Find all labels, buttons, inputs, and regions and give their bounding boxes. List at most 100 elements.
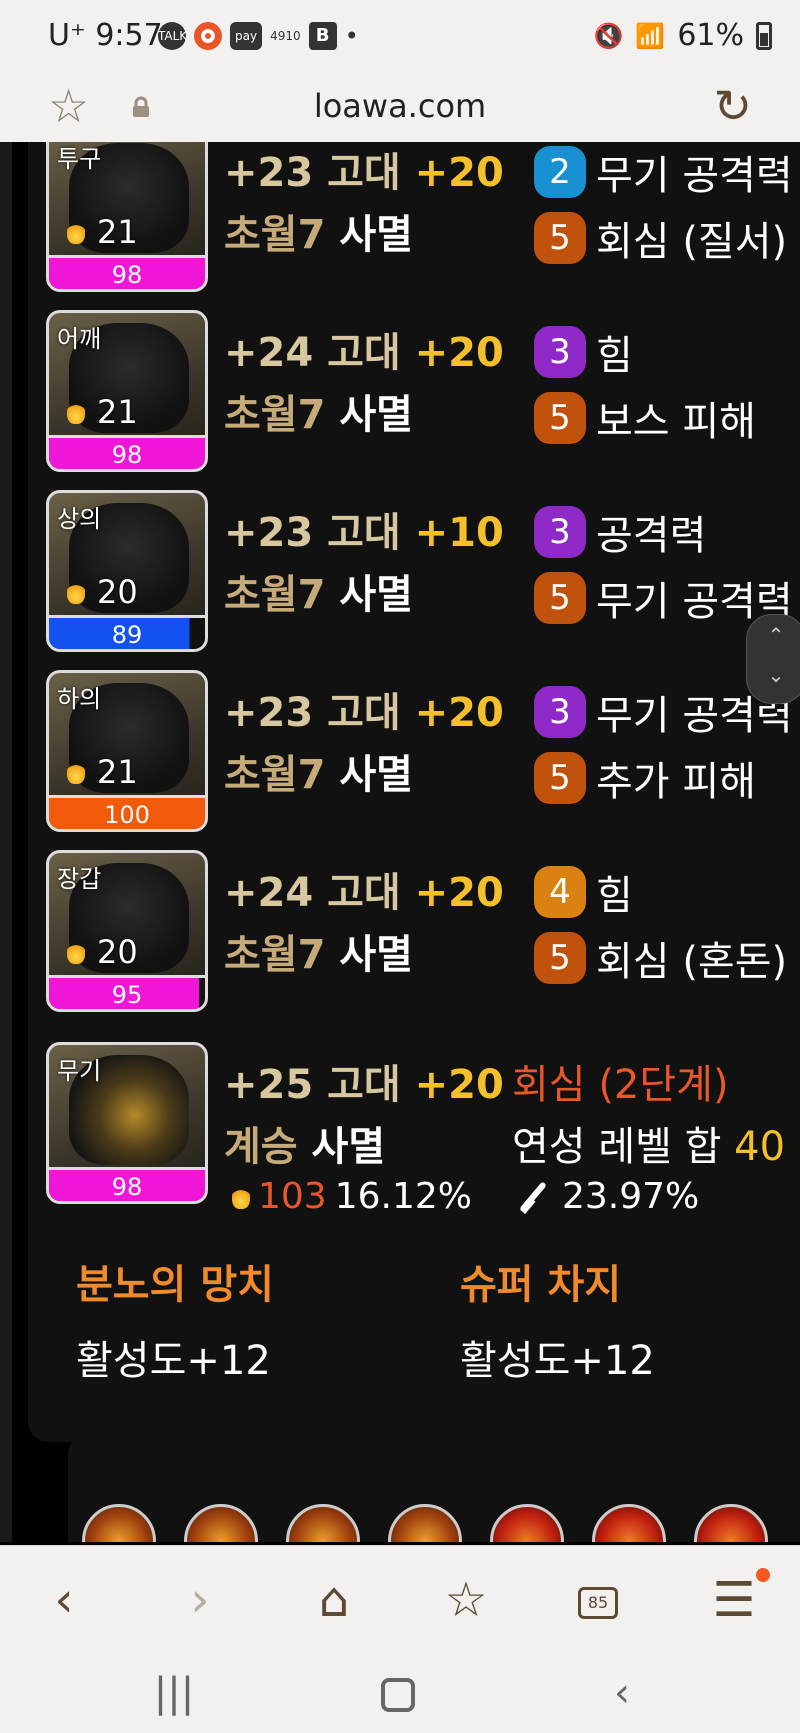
back-icon[interactable]: ‹ [14, 1546, 114, 1654]
equipment-row[interactable]: 장갑 20 95 +24 고대 +20 초월7 사멸 4 힘 5 회심 (혼돈) [46, 850, 800, 1012]
gem-icon[interactable] [490, 1504, 564, 1542]
system-nav-bar: ||| ‹ [0, 1653, 800, 1733]
skill-value: 활성도+12 [460, 1338, 655, 1384]
quality-bar: 100 [49, 795, 205, 829]
slot-label: 어깨 [57, 325, 102, 353]
weapon-row[interactable]: 무기 98 +25 고대 +20 계승 사멸 103 16.12% 회심 (2단… [46, 1042, 800, 1217]
enhance-line: +25 고대 +20 [224, 1052, 504, 1110]
quality-value: 89 [111, 621, 143, 649]
enhance-line: +24 고대 +20 [224, 320, 504, 378]
elixir-sum: 연성 레벨 합 40 [512, 1114, 785, 1172]
effect-name: 회심 (질서) [596, 219, 788, 265]
set-level: 초월7 [224, 572, 326, 618]
left-edge [0, 142, 12, 1542]
gem-icon[interactable] [286, 1504, 360, 1542]
gem-icon[interactable] [694, 1504, 768, 1542]
enhance-text: +23 고대 [224, 510, 401, 556]
equipment-thumbnail[interactable]: 어깨 21 98 [46, 310, 208, 472]
set-line: 초월7 사멸 [224, 202, 413, 260]
effect-name: 힘 [596, 333, 633, 379]
quality-number: 20 [97, 933, 138, 971]
elixir-sum-value: 40 [734, 1124, 786, 1170]
home-square-icon [381, 1678, 415, 1712]
recent-apps-icon[interactable]: ||| [124, 1653, 224, 1733]
scroll-widget[interactable]: ⌃ ⌄ [746, 614, 800, 704]
scroll-down-icon[interactable]: ⌄ [747, 655, 800, 695]
pay-number: 4910 [270, 29, 301, 43]
effect-level-badge: 3 [534, 326, 586, 378]
skill-item[interactable]: 슈퍼 차지 활성도+12 [460, 1252, 655, 1386]
slot-label: 상의 [57, 505, 102, 533]
effect-level-badge: 5 [534, 392, 586, 444]
equipment-thumbnail[interactable]: 상의 20 89 [46, 490, 208, 652]
set-line: 초월7 사멸 [224, 742, 413, 800]
enhance-text: +23 고대 [224, 690, 401, 736]
equipment-thumbnail[interactable]: 장갑 20 95 [46, 850, 208, 1012]
equipment-row[interactable]: 상의 20 89 +23 고대 +10 초월7 사멸 3 공격력 5 무기 공격… [46, 490, 800, 652]
enhance-text: +25 고대 [224, 1062, 401, 1108]
status-bar: U⁺ 9:57 TALK pay 4910 B • 🔇 📶 61% [0, 0, 800, 70]
battery-icon [756, 21, 772, 50]
nav-back-icon[interactable]: ‹ [572, 1653, 672, 1733]
effect-name: 무기 공격력 [596, 153, 793, 199]
effect-name: 추가 피해 [596, 759, 756, 805]
effect-level-badge: 5 [534, 752, 586, 804]
flame-icon [59, 398, 93, 426]
equipment-row[interactable]: 하의 21 100 +23 고대 +20 초월7 사멸 3 무기 공격력 5 추… [46, 670, 800, 832]
menu-icon[interactable]: ☰ [684, 1546, 784, 1654]
set-name: 사멸 [311, 1124, 386, 1170]
gem-icon[interactable] [184, 1504, 258, 1542]
quality-line: 21 [59, 753, 138, 791]
bonus-text: +10 [414, 510, 504, 556]
bookmarks-icon[interactable]: ☆ [416, 1546, 516, 1654]
bonus-text: +20 [414, 150, 504, 196]
equipment-thumbnail[interactable]: 투구 21 98 [46, 142, 208, 292]
set-line: 초월7 사멸 [224, 922, 413, 980]
effect-name: 회심 (혼돈) [596, 939, 788, 985]
bonus-text: +20 [414, 330, 504, 376]
notification-dot [756, 1568, 770, 1582]
gem-icon[interactable] [82, 1504, 156, 1542]
reload-icon[interactable]: ↻ [713, 70, 752, 142]
equipment-thumbnail[interactable]: 하의 21 100 [46, 670, 208, 832]
home-button[interactable] [348, 1653, 448, 1733]
enhance-line: +23 고대 +10 [224, 500, 504, 558]
effect-level-badge: 3 [534, 506, 586, 558]
effect-line-1: 2 무기 공격력 [534, 144, 793, 200]
elixir-text: 회심 (2단계) [512, 1062, 729, 1108]
quality-number: 21 [97, 753, 138, 791]
set-level: 초월7 [224, 932, 326, 978]
sword-icon [512, 1177, 552, 1217]
equipment-row[interactable]: 투구 21 98 +23 고대 +20 초월7 사멸 2 무기 공격력 5 회심… [46, 142, 800, 292]
set-name: 사멸 [339, 932, 413, 978]
slot-label: 장갑 [57, 865, 102, 893]
gem-icon[interactable] [592, 1504, 666, 1542]
flame-number: 103 [258, 1176, 327, 1217]
more-dot: • [344, 22, 359, 50]
enhance-line: +23 고대 +20 [224, 142, 504, 198]
tabs-button[interactable]: 85 [548, 1546, 648, 1654]
quality-value: 98 [111, 261, 143, 289]
talk-icon: TALK [158, 22, 187, 50]
effect-line-2: 5 추가 피해 [534, 750, 756, 806]
gem-icon[interactable] [388, 1504, 462, 1542]
skill-item[interactable]: 분노의 망치 활성도+12 [76, 1252, 274, 1386]
skill-name: 분노의 망치 [76, 1262, 274, 1308]
flame-line: 103 16.12% [224, 1176, 472, 1217]
pay-icon: pay [230, 22, 263, 50]
quality-value: 95 [111, 981, 143, 1009]
quality-line: 20 [59, 573, 138, 611]
quality-line: 20 [59, 933, 138, 971]
url-text[interactable]: loawa.com [0, 70, 800, 142]
weapon-thumbnail[interactable]: 무기 98 [46, 1042, 208, 1204]
forward-icon[interactable]: › [150, 1546, 250, 1654]
effect-line-2: 5 회심 (질서) [534, 210, 787, 266]
set-line: 계승 사멸 [224, 1114, 385, 1172]
home-icon[interactable]: ⌂ [284, 1546, 384, 1654]
tabs-count: 85 [578, 1587, 618, 1619]
quality-line: 21 [59, 213, 138, 251]
equipment-row[interactable]: 어깨 21 98 +24 고대 +20 초월7 사멸 3 힘 5 보스 피해 [46, 310, 800, 472]
effect-level-badge: 5 [534, 212, 586, 264]
scroll-up-icon[interactable]: ⌃ [747, 615, 800, 655]
set-name: 사멸 [339, 212, 413, 258]
